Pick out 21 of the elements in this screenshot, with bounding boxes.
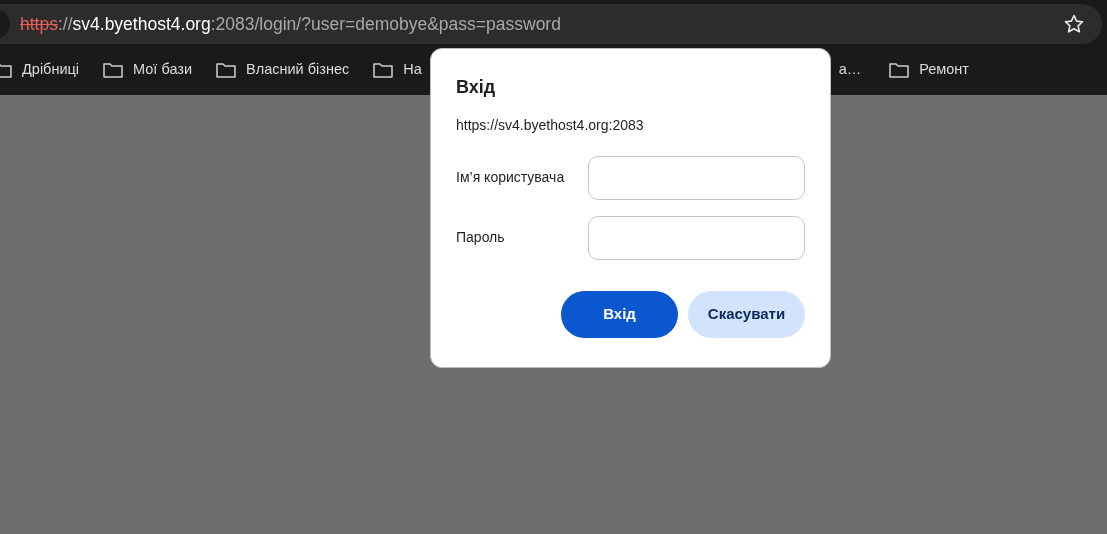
field-label: Пароль (456, 228, 506, 248)
bookmark-folder[interactable]: Дрібниці (0, 58, 80, 81)
field-label: Ім’я користувача (456, 168, 566, 188)
bookmark-folder[interactable]: Власний бізнес (216, 58, 350, 81)
bookmark-star-icon[interactable] (1064, 14, 1084, 34)
dialog-title: Вхід (456, 77, 497, 99)
url-text: https://sv4.byethost4.org:2083/login/?user=demobye&pass=password (20, 12, 561, 36)
folder-icon (373, 61, 394, 78)
bookmark-folder[interactable]: Мої бази (103, 58, 193, 81)
folder-icon (103, 61, 124, 78)
site-origin: https://sv4.byethost4.org:2083 (456, 115, 645, 135)
bookmark-folder[interactable]: На (373, 58, 422, 81)
input-field[interactable] (587, 215, 805, 260)
bookmark-folder[interactable]: а… (838, 58, 862, 81)
address-bar[interactable]: https://sv4.byethost4.org:2083/login/?user=demobye&pass=password (0, 4, 1102, 44)
cancel-button[interactable]: Скасувати (688, 290, 805, 338)
bookmark-folder[interactable]: Ремонт (889, 58, 969, 81)
sign-in-button[interactable]: Вхід (561, 290, 678, 338)
folder-icon (216, 61, 237, 78)
input-field[interactable] (587, 155, 805, 200)
folder-icon (889, 61, 910, 78)
